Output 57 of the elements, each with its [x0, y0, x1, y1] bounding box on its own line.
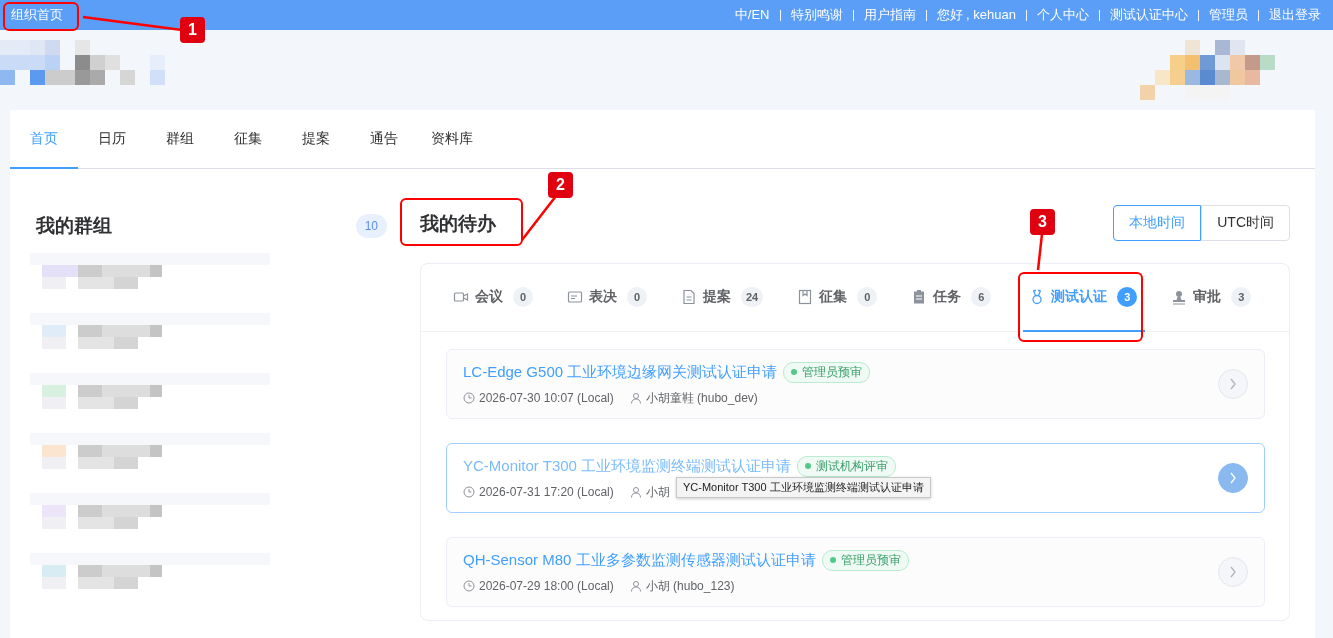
video-camera-icon [453, 289, 469, 305]
nav-tab[interactable]: 日历 [78, 110, 146, 169]
open-button[interactable] [1218, 463, 1248, 493]
clock-icon [463, 486, 475, 498]
status-tag: 管理员预审 [821, 549, 909, 571]
tab-label: 表决 [589, 288, 617, 306]
todo-tab[interactable]: 会议 0 [451, 264, 565, 332]
callout-line [1036, 232, 1044, 272]
count-badge: 3 [1117, 287, 1138, 307]
status-tag: 测试机构评审 [797, 455, 897, 477]
card-icon [567, 289, 583, 305]
user-text: 小胡童鞋 (hubo_dev) [645, 389, 758, 407]
nav-tab[interactable]: 群组 [146, 110, 214, 169]
stamp-icon [1171, 289, 1188, 305]
callout-number: 1 [180, 17, 205, 43]
nav-tab[interactable]: 征集 [214, 110, 282, 169]
tab-label: 审批 [1193, 288, 1222, 306]
callout-number: 3 [1030, 209, 1055, 235]
tab-label: 测试认证 [1051, 288, 1108, 306]
user-icon [629, 486, 642, 498]
user-icon [629, 392, 642, 404]
count-badge: 10 [355, 214, 387, 238]
status-tag: 管理员预审 [783, 361, 871, 383]
tab-label: 征集 [819, 288, 848, 306]
todo-tab[interactable]: 任务 6 [909, 264, 1024, 332]
nav-tab[interactable]: 提案 [282, 110, 350, 169]
todo-tab[interactable]: 审批 3 [1169, 264, 1284, 332]
clock-icon [463, 392, 475, 404]
user-text: 小胡 (hubo_123) [645, 577, 735, 595]
count-badge: 3 [1231, 287, 1252, 307]
todo-card[interactable]: YC-Monitor T300 工业环境监测终端测试认证申请 测试机构评审 2026-07-31 17:20 (Local) 小胡 YC-Monitor T300 工业环境监测终端测试认证申请 [446, 443, 1265, 513]
callout-number: 2 [548, 172, 573, 198]
section-title: 我的待办 [420, 212, 496, 236]
time-text: 2026-07-31 17:20 (Local) [479, 485, 614, 499]
count-badge: 0 [857, 287, 878, 307]
todo-tab[interactable]: 征集 0 [795, 264, 910, 332]
nav-tab[interactable]: 资料库 [418, 110, 486, 169]
tab-label: 提案 [703, 288, 731, 306]
tab-label: 会议 [475, 288, 503, 306]
document-icon [681, 289, 697, 305]
time-text: 2026-07-30 10:07 (Local) [479, 391, 614, 405]
count-badge: 6 [971, 287, 992, 307]
todo-tab[interactable]: 表决 0 [565, 264, 679, 332]
tab-label: 任务 [933, 288, 962, 306]
clock-icon [463, 580, 475, 592]
book-icon [797, 289, 814, 305]
user-icon [629, 580, 642, 592]
count-badge: 0 [627, 287, 647, 307]
count-badge: 24 [741, 287, 764, 307]
count-badge: 0 [513, 287, 533, 307]
todo-tab[interactable]: 提案 24 [679, 264, 796, 332]
nav-tab[interactable]: 通告 [350, 110, 418, 169]
user-text: 小胡 [645, 483, 670, 501]
time-text: 2026-07-29 18:00 (Local) [479, 579, 614, 593]
section-title: 我的群组 [36, 214, 112, 238]
time-toggle-button[interactable]: UTC时间 [1201, 205, 1290, 241]
tooltip: YC-Monitor T300 工业环境监测终端测试认证申请 [676, 477, 931, 498]
